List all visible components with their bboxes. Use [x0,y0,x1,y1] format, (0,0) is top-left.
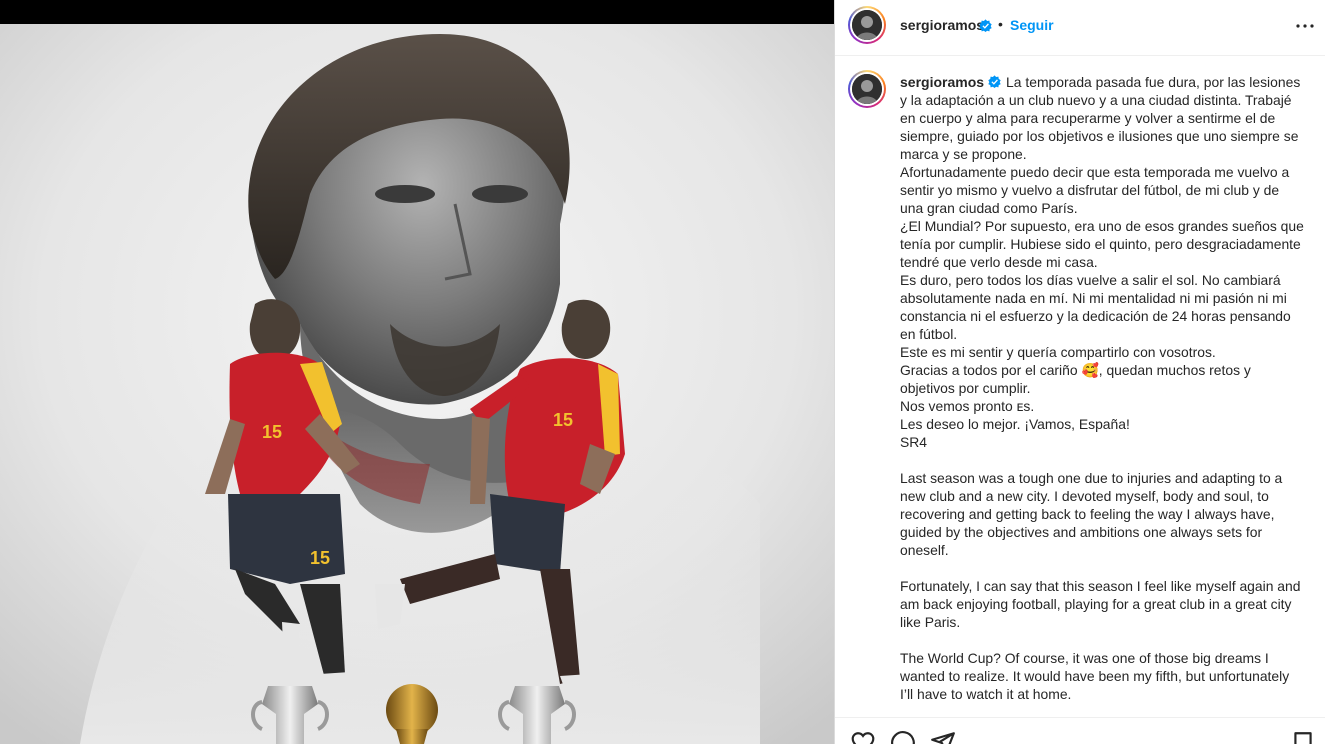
avatar-photo [852,10,882,40]
caption-text-es-7: Les deseo lo mejor. ¡Vamos, España! [900,416,1130,432]
post-caption: sergioramos La temporada pasada fue dura,… [900,73,1305,703]
avatar[interactable] [848,6,886,44]
post-media: 15 15 15 [0,0,834,744]
heart-icon[interactable] [850,730,876,744]
caption-avatar[interactable] [848,70,886,108]
caption-text-en-0: Last season was a tough one due to injur… [900,470,1283,558]
jersey-number-left: 15 [262,422,282,442]
post-header: sergioramos • Seguir [835,0,1325,56]
caption-text-es-2: ¿El Mundial? Por supuesto, era uno de es… [900,218,1304,270]
bookmark-icon[interactable] [1290,730,1316,744]
caption-text-en-2: The World Cup? Of course, it was one of … [900,650,1290,702]
verified-badge-icon [988,75,1001,88]
post-actions-bar [835,717,1325,744]
caption-text-es-3: Es duro, pero todos los días vuelve a sa… [900,272,1291,342]
header-username[interactable]: sergioramos [900,17,984,33]
caption-text-es-5: Gracias a todos por el cariño 🥰, quedan … [900,362,1251,396]
share-icon[interactable] [930,730,956,744]
trophies [251,684,576,744]
comment-icon[interactable] [890,730,916,744]
caption-text-es-8: SR4 [900,434,928,450]
follow-button[interactable]: Seguir [1010,17,1054,33]
caption-text-es-1: Afortunadamente puedo decir que esta tem… [900,164,1290,216]
more-horizontal-icon[interactable] [1293,16,1317,36]
post-image[interactable]: 15 15 15 [0,24,834,744]
caption-scroll-area[interactable]: sergioramos La temporada pasada fue dura,… [835,57,1325,717]
caption-username[interactable]: sergioramos [900,74,984,90]
caption-paragraph: sergioramos La temporada pasada fue dura,… [900,73,1305,163]
caption-text-es-4: Este es mi sentir y quería compartirlo c… [900,344,1216,360]
caption-text-en-1: Fortunately, I can say that this season … [900,578,1301,630]
jersey-number-right: 15 [553,410,573,430]
verified-badge-icon [979,19,992,32]
caption-avatar-photo [852,74,882,104]
shorts-number-left: 15 [310,548,330,568]
caption-text-es-6: Nos vemos pronto ᴇs. [900,398,1035,414]
media-top-bar [0,0,834,24]
post-side-panel: sergioramos • Seguir sergioramos La temp… [834,0,1325,744]
header-separator: • [998,16,1003,32]
